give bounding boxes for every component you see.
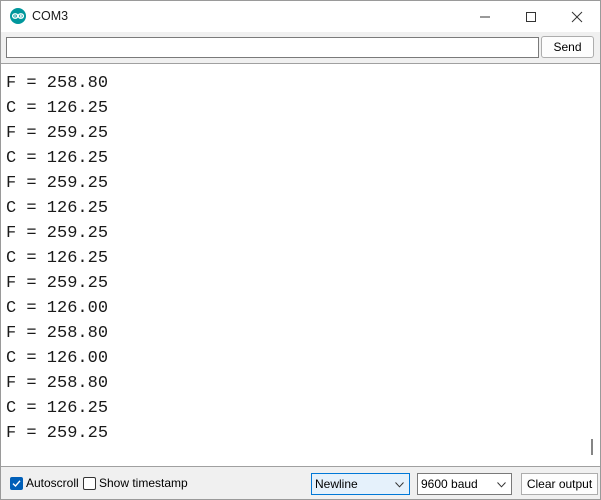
serial-monitor-window: COM3 Send F = 258.80 C = 126.25 F = 259.25…: [0, 0, 601, 500]
output-line: F = 258.80: [6, 374, 109, 393]
output-line: C = 126.25: [6, 199, 109, 218]
minimize-icon: [480, 16, 490, 18]
bottom-bar: Autoscroll Show timestamp Newline 9600 b…: [1, 467, 600, 499]
chevron-down-icon: [395, 482, 404, 488]
vertical-scrollbar[interactable]: [584, 64, 600, 466]
output-line: C = 126.25: [6, 399, 109, 418]
chevron-down-icon: [497, 482, 506, 488]
line-ending-value: Newline: [315, 477, 358, 491]
send-toolbar: Send: [1, 32, 600, 63]
output-line: C = 126.00: [6, 299, 109, 318]
maximize-icon: [526, 12, 536, 22]
message-input[interactable]: [6, 37, 539, 58]
output-line: F = 258.80: [6, 74, 109, 93]
title-bar[interactable]: COM3: [1, 1, 600, 32]
checkmark-icon: [12, 480, 21, 488]
output-line: F = 259.25: [6, 274, 109, 293]
autoscroll-checkbox[interactable]: [10, 477, 23, 490]
close-button[interactable]: [554, 1, 600, 32]
output-line: F = 259.25: [6, 224, 109, 243]
maximize-button[interactable]: [508, 1, 554, 32]
output-line: C = 126.25: [6, 249, 109, 268]
line-ending-select[interactable]: Newline: [311, 473, 410, 495]
output-line: C = 126.25: [6, 99, 109, 118]
send-button[interactable]: Send: [541, 36, 594, 58]
baud-rate-value: 9600 baud: [421, 477, 478, 491]
serial-output[interactable]: F = 258.80 C = 126.25 F = 259.25 C = 126.25…: [1, 63, 600, 467]
autoscroll-label[interactable]: Autoscroll: [26, 476, 79, 491]
output-line: F = 259.25: [6, 124, 109, 143]
window-title: COM3: [32, 9, 69, 23]
output-line: F = 258.80: [6, 324, 109, 343]
output-lines: F = 258.80 C = 126.25 F = 259.25 C = 126.25…: [6, 71, 108, 446]
close-icon: [571, 11, 583, 23]
show-timestamp-label[interactable]: Show timestamp: [99, 476, 188, 491]
output-line: C = 126.00: [6, 349, 109, 368]
baud-rate-select[interactable]: 9600 baud: [417, 473, 512, 495]
minimize-button[interactable]: [462, 1, 508, 32]
show-timestamp-checkbox[interactable]: [83, 477, 96, 490]
scrollbar-thumb[interactable]: [591, 439, 593, 455]
output-line: C = 126.25: [6, 149, 109, 168]
output-line: F = 259.25: [6, 174, 109, 193]
output-line: F = 259.25: [6, 424, 109, 443]
arduino-logo-icon: [10, 8, 26, 24]
clear-output-button[interactable]: Clear output: [521, 473, 598, 495]
